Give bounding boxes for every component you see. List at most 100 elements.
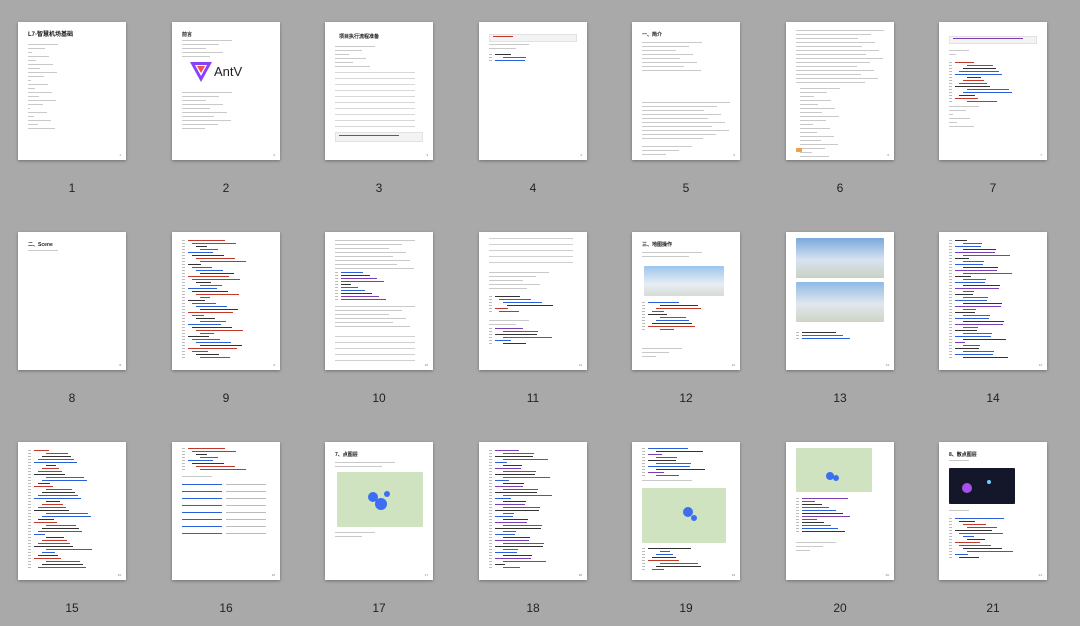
code-line bbox=[28, 495, 31, 496]
page-thumbnail[interactable]: 8 二、Scene 8 bbox=[18, 232, 126, 405]
text-line bbox=[796, 550, 810, 551]
page-preview[interactable]: 8 二、Scene bbox=[18, 232, 126, 370]
code-line bbox=[963, 261, 984, 262]
code-line bbox=[503, 555, 532, 556]
map-point bbox=[962, 483, 972, 493]
text-line bbox=[182, 44, 219, 45]
page-preview[interactable]: 3 项目执行流程准备 bbox=[325, 22, 433, 160]
code-line bbox=[642, 448, 645, 449]
page-preview[interactable]: 1 L7-智慧机场基础 bbox=[18, 22, 126, 160]
code-line bbox=[38, 507, 66, 508]
code-line bbox=[489, 340, 492, 341]
code-line bbox=[182, 321, 185, 322]
code-line bbox=[949, 86, 952, 87]
page-thumbnail[interactable]: 2 前言 AntV 2 bbox=[172, 22, 280, 195]
code-line bbox=[489, 528, 492, 529]
page-preview[interactable]: 13 bbox=[786, 232, 894, 370]
page-preview[interactable]: 16 bbox=[172, 442, 280, 580]
code-line bbox=[949, 252, 952, 253]
page-preview[interactable]: 21 8、散点图层 bbox=[939, 442, 1047, 580]
code-line bbox=[949, 270, 952, 271]
text-line bbox=[796, 38, 858, 39]
code-line bbox=[182, 264, 185, 265]
page-preview[interactable]: 17 7、点图层 bbox=[325, 442, 433, 580]
page-preview[interactable]: 9 bbox=[172, 232, 280, 370]
page-number-label: 8 bbox=[68, 391, 76, 405]
code-line bbox=[489, 543, 492, 544]
page-thumbnail[interactable]: 16 16 bbox=[172, 442, 280, 615]
code-line bbox=[188, 336, 209, 337]
code-line bbox=[967, 551, 1013, 552]
page-thumbnail[interactable]: 13 13 bbox=[786, 232, 894, 405]
page-preview[interactable]: 19 bbox=[632, 442, 740, 580]
page-thumbnail[interactable]: 20 20 bbox=[786, 442, 894, 615]
code-line bbox=[955, 518, 1004, 519]
page-thumbnail[interactable]: 44 bbox=[479, 22, 587, 195]
text-line bbox=[796, 62, 870, 63]
code-line bbox=[955, 336, 991, 337]
page-thumbnail[interactable]: 99 bbox=[172, 232, 280, 405]
code-line bbox=[656, 308, 701, 309]
page-thumbnail[interactable]: 18 18 bbox=[479, 442, 587, 615]
page-preview[interactable]: 12 三、地图操作 bbox=[632, 232, 740, 370]
page-preview[interactable]: 15 bbox=[18, 442, 126, 580]
page-preview[interactable]: 4 bbox=[479, 22, 587, 160]
text-line bbox=[489, 238, 573, 239]
page-thumbnail[interactable]: 5 一、简介 5 bbox=[632, 22, 740, 195]
text-line bbox=[489, 244, 573, 245]
page-preview[interactable]: 11 bbox=[479, 232, 587, 370]
text-line bbox=[642, 352, 669, 353]
page-preview[interactable]: 18 bbox=[479, 442, 587, 580]
page-preview[interactable]: 7 bbox=[939, 22, 1047, 160]
code-line bbox=[495, 468, 521, 469]
page-thumbnail[interactable]: 19 19 bbox=[632, 442, 740, 615]
page-thumbnail[interactable]: 11 11 bbox=[479, 232, 587, 405]
text-line bbox=[28, 96, 39, 97]
page-thumbnail[interactable]: 12 三、地图操作 12 bbox=[632, 232, 740, 405]
text-line bbox=[182, 40, 232, 41]
code-line bbox=[949, 345, 952, 346]
text-line bbox=[335, 108, 415, 109]
page-thumbnail[interactable]: 10 10 bbox=[325, 232, 433, 405]
text-line bbox=[335, 102, 415, 103]
page-preview[interactable]: 20 bbox=[786, 442, 894, 580]
code-line bbox=[28, 471, 31, 472]
page-preview[interactable]: 2 前言 AntV bbox=[172, 22, 280, 160]
page-preview[interactable]: 5 一、简介 bbox=[632, 22, 740, 160]
page-thumbnail[interactable]: 1 L7-智慧机场基础 1 bbox=[18, 22, 126, 195]
code-line bbox=[489, 552, 492, 553]
page-thumbnail[interactable]: 17 7、点图层 17 bbox=[325, 442, 433, 615]
page-thumbnail[interactable]: 77 bbox=[939, 22, 1047, 195]
page-number-label: 10 bbox=[372, 391, 386, 405]
code-line bbox=[949, 288, 952, 289]
code-line bbox=[489, 498, 492, 499]
page-footer-number: 18 bbox=[578, 573, 582, 577]
page-preview[interactable]: 10 bbox=[325, 232, 433, 370]
page-thumbnail[interactable]: 21 8、散点图层 21 bbox=[939, 442, 1047, 615]
code-line bbox=[963, 273, 1012, 274]
page-preview[interactable]: 6 bbox=[786, 22, 894, 160]
code-line bbox=[489, 471, 492, 472]
text-line bbox=[335, 336, 415, 337]
code-line bbox=[503, 465, 522, 466]
page-number-label: 9 bbox=[222, 391, 230, 405]
code-line bbox=[182, 303, 185, 304]
page-thumbnail[interactable]: 14 14 bbox=[939, 232, 1047, 405]
code-line bbox=[955, 294, 973, 295]
page-thumbnail[interactable]: 15 15 bbox=[18, 442, 126, 615]
text-line bbox=[28, 112, 47, 113]
code-line bbox=[200, 285, 222, 286]
page-thumbnail[interactable]: 3 项目执行流程准备 3 bbox=[325, 22, 433, 195]
page-preview[interactable]: 14 bbox=[939, 232, 1047, 370]
code-line bbox=[489, 558, 492, 559]
code-line bbox=[182, 457, 185, 458]
code-line bbox=[949, 306, 952, 307]
text-line bbox=[800, 108, 835, 109]
code-line bbox=[503, 567, 520, 568]
code-line bbox=[652, 569, 664, 570]
text-line bbox=[226, 533, 266, 534]
page-thumbnail[interactable]: 66 bbox=[786, 22, 894, 195]
text-line bbox=[182, 48, 206, 49]
code-line bbox=[949, 333, 952, 334]
code-line bbox=[196, 466, 235, 467]
